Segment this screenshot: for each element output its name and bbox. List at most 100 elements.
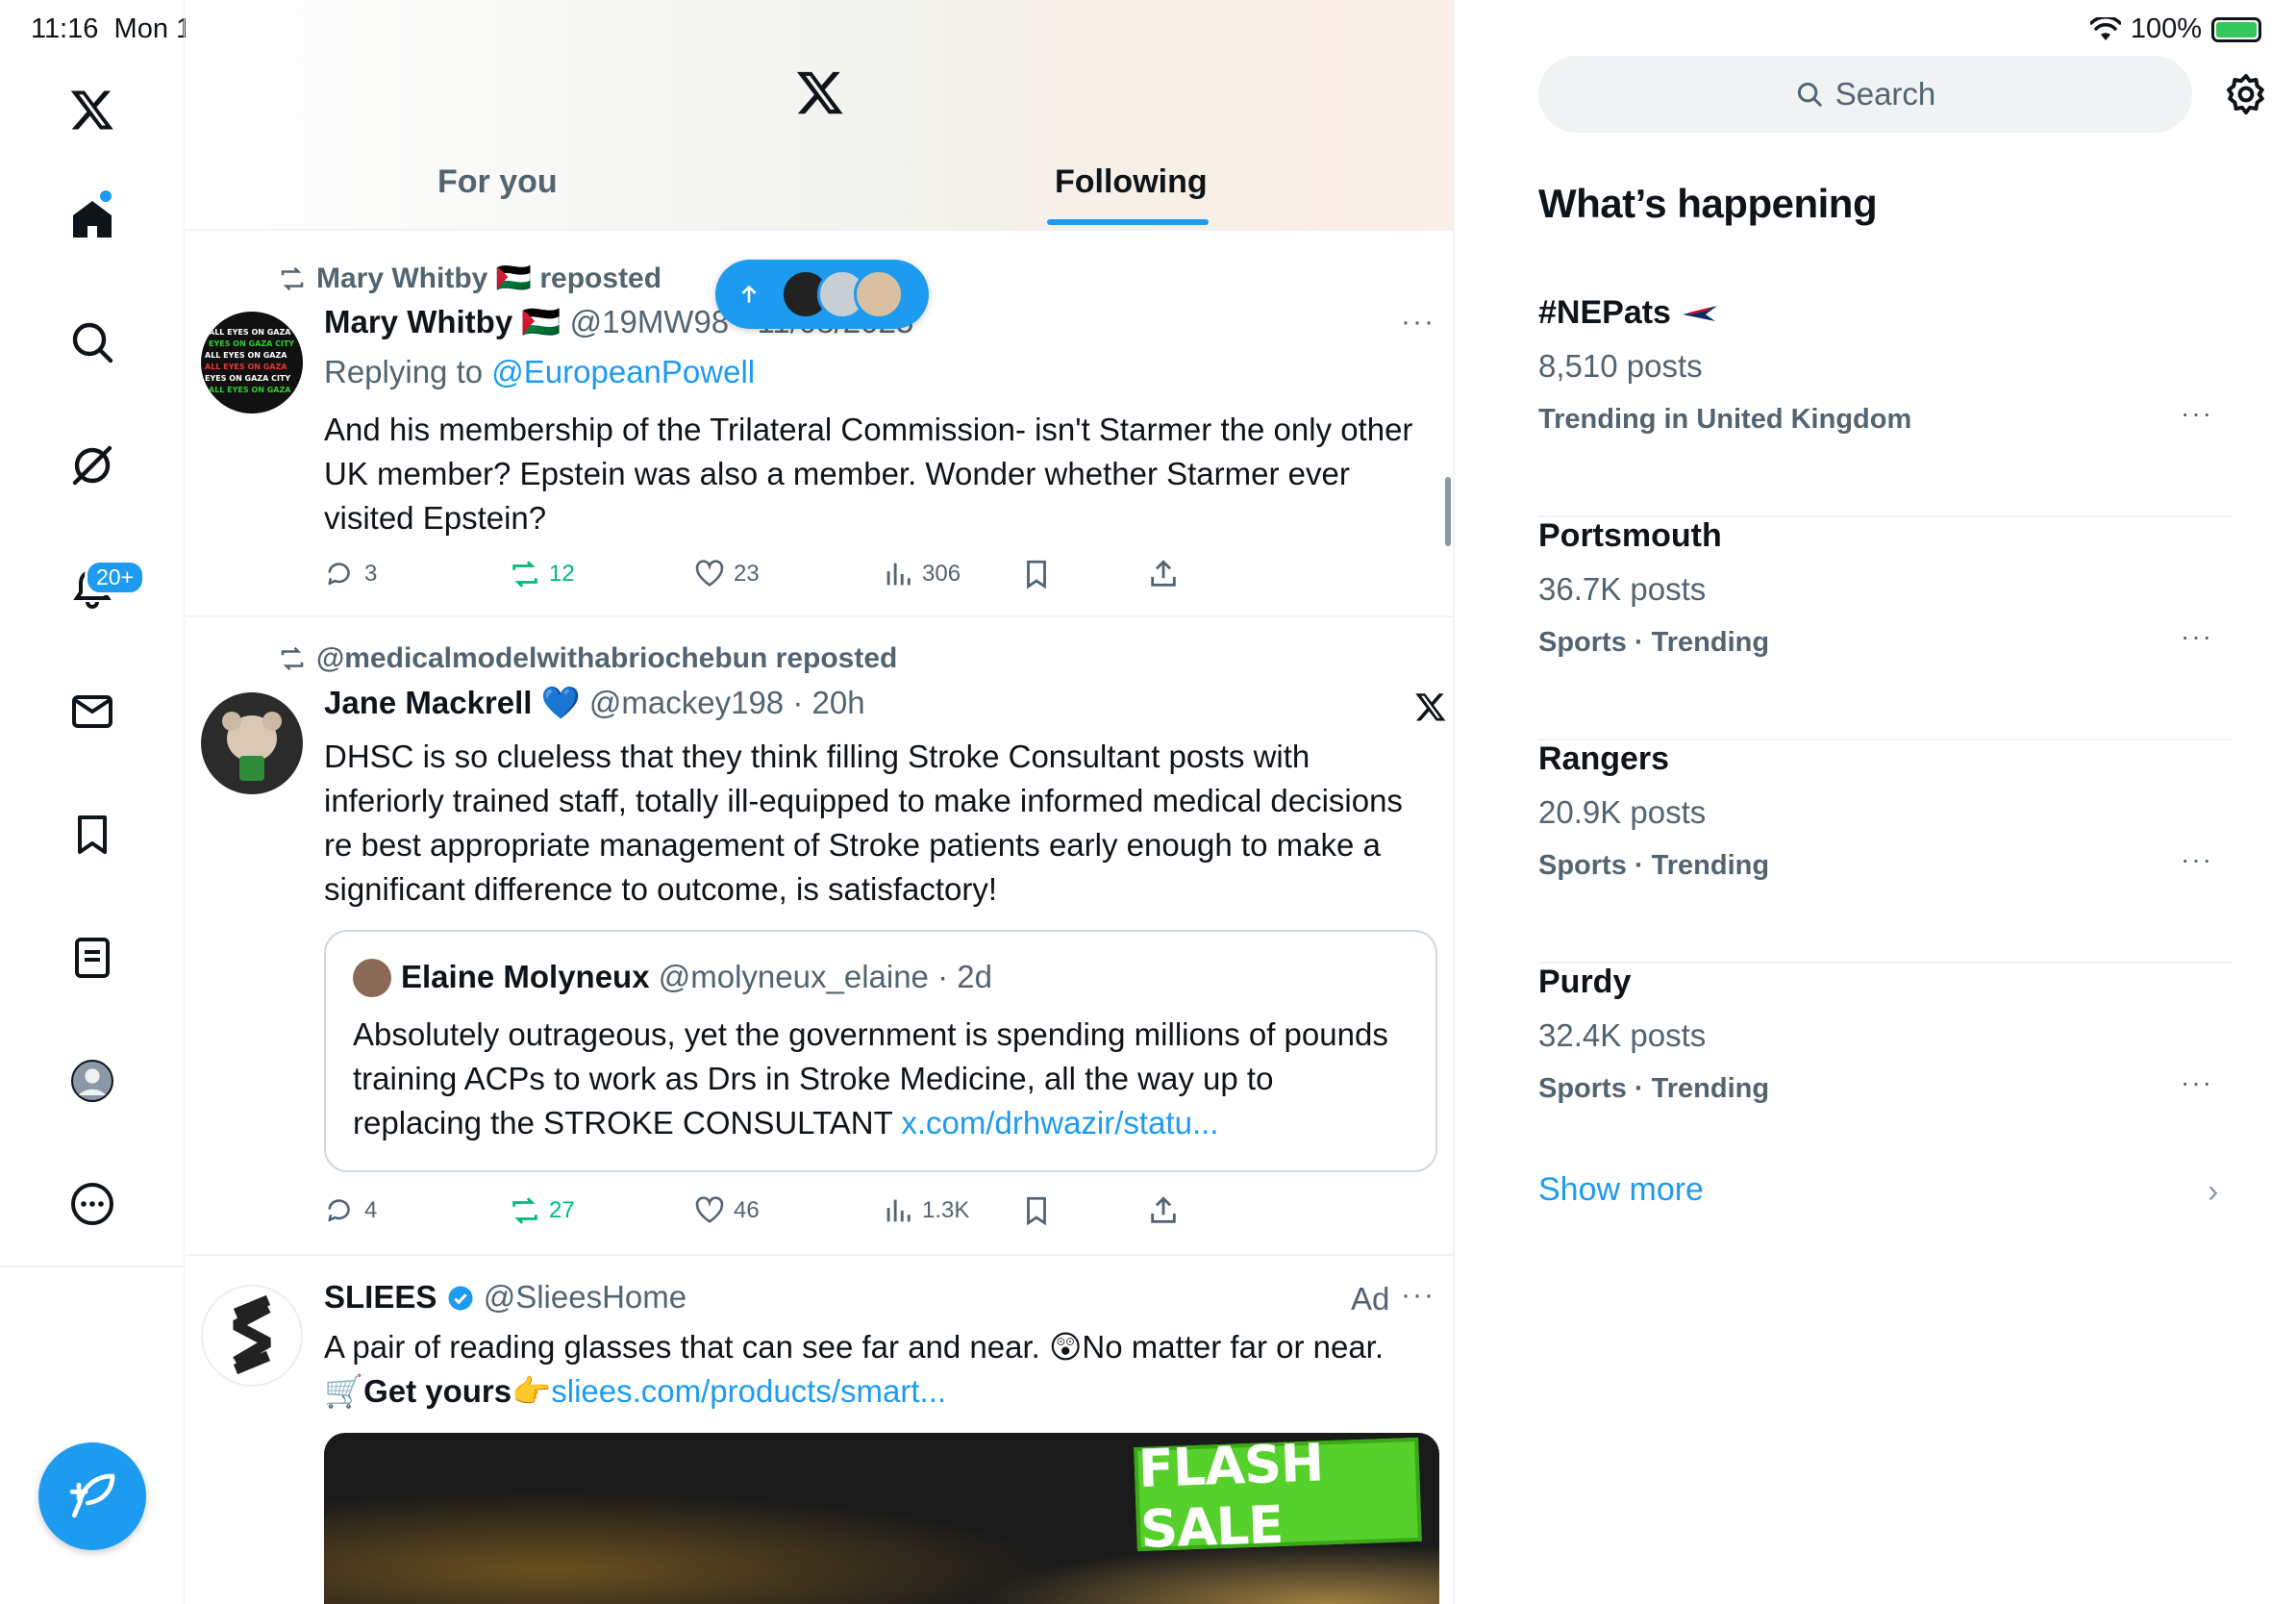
quote-text-block: Absolutely outrageous, yet the governmen… — [353, 1013, 1410, 1145]
like-count: 46 — [734, 1197, 760, 1223]
trend-context: Sports · Trending — [1538, 1073, 1770, 1104]
post-text: A pair of reading glasses that can see f… — [324, 1329, 1385, 1365]
post-more-icon[interactable]: ··· — [1401, 306, 1435, 338]
replying-to-handle[interactable]: @EuropeanPowell — [491, 354, 755, 389]
trend-item[interactable]: Portsmouth 36.7K posts Sports · Trending… — [1538, 517, 2233, 740]
avatar[interactable]: ALL EYES ON GAZA EYES ON GAZA CITY ALL EYE… — [201, 312, 303, 414]
bookmarks-icon[interactable] — [62, 804, 123, 865]
avatar[interactable] — [201, 692, 303, 794]
arrow-up-icon — [741, 285, 757, 303]
home-icon[interactable] — [62, 188, 123, 250]
post-text: And his membership of the Trilateral Com… — [324, 412, 1413, 536]
quote-link[interactable]: x.com/drhwazir/statu... — [901, 1105, 1218, 1140]
verified-badge-icon — [448, 1286, 473, 1311]
views-button[interactable]: 306 — [882, 558, 961, 590]
feed-ad-post[interactable]: SLIEES @SlieesHome Ad ··· A pair of read… — [186, 1256, 1453, 1604]
reply-icon — [328, 563, 350, 586]
tab-for-you[interactable]: For you — [437, 163, 558, 201]
settings-gear-icon[interactable] — [2223, 71, 2269, 117]
lists-icon[interactable] — [62, 927, 123, 989]
search-input[interactable]: Search — [1538, 56, 2192, 133]
share-button[interactable] — [1147, 558, 1180, 590]
author-name[interactable]: Jane Mackrell — [324, 685, 532, 720]
bookmark-button[interactable] — [1020, 558, 1053, 590]
svg-text:ALL EYES ON GAZA: ALL EYES ON GAZA — [209, 328, 291, 337]
svg-text:ALL EYES ON GAZA: ALL EYES ON GAZA — [209, 386, 291, 394]
timeline-scrollbar[interactable] — [1445, 477, 1451, 546]
repost-count: 12 — [549, 561, 575, 587]
post-author-line: Jane Mackrell 💙 @mackey198 · 20h — [324, 685, 865, 720]
ad-link[interactable]: sliees.com/products/smart... — [551, 1373, 946, 1409]
trend-more-icon[interactable]: ··· — [2181, 398, 2213, 429]
quote-handle: @molyneux_elaine — [658, 959, 929, 994]
author-name[interactable]: SLIEES — [324, 1279, 437, 1315]
main-timeline: For you Following Mary Whitby 🇵🇸 reposte… — [186, 0, 1455, 1604]
search-icon[interactable] — [62, 312, 123, 373]
show-more-link[interactable]: Show more — [1538, 1171, 1704, 1209]
bookmark-button[interactable] — [1020, 1194, 1053, 1227]
repost-count: 27 — [549, 1197, 575, 1223]
verified-heart-icon: 💙 — [540, 685, 581, 720]
author-name[interactable]: Mary Whitby 🇵🇸 — [324, 304, 561, 339]
messages-mail-icon[interactable] — [62, 681, 123, 742]
tab-following[interactable]: Following — [1055, 163, 1208, 201]
profile-avatar-icon[interactable] — [62, 1050, 123, 1112]
x-logo-icon[interactable] — [62, 79, 123, 140]
trend-count: 20.9K posts — [1538, 794, 1707, 830]
reply-count: 4 — [364, 1197, 378, 1223]
trend-more-icon[interactable]: ··· — [2181, 621, 2213, 652]
search-placeholder: Search — [1834, 76, 1936, 112]
chevron-right-icon: › — [2208, 1173, 2219, 1210]
svg-text:ALL EYES ON GAZA: ALL EYES ON GAZA — [205, 363, 287, 371]
x-header-logo-icon[interactable] — [795, 67, 845, 117]
more-options-icon[interactable] — [62, 1173, 123, 1235]
post-more-icon[interactable]: ··· — [1401, 1279, 1435, 1312]
post-actions: 3 12 23 306 — [324, 558, 1285, 596]
quote-text: Absolutely outrageous, yet the governmen… — [353, 1016, 1388, 1140]
avatar[interactable] — [201, 1285, 303, 1387]
reply-button[interactable]: 3 — [324, 558, 377, 590]
author-handle[interactable]: @19MW98 — [570, 304, 730, 339]
bookmark-icon — [1027, 1196, 1046, 1226]
ad-media-image[interactable]: FLASH SALE — [324, 1433, 1439, 1604]
whats-happening-title: What’s happening — [1538, 181, 1878, 226]
trend-more-icon[interactable]: ··· — [2181, 1067, 2213, 1098]
svg-text:EYES ON GAZA CITY: EYES ON GAZA CITY — [209, 339, 294, 348]
trend-context: Sports · Trending — [1538, 627, 1770, 658]
repost-icon — [512, 561, 537, 588]
grok-icon[interactable] — [62, 435, 123, 496]
ad-text-block: A pair of reading glasses that can see f… — [324, 1325, 1439, 1414]
compose-feather-icon — [69, 1473, 115, 1518]
trend-count: 8,510 posts — [1538, 348, 1703, 384]
repost-button[interactable]: 12 — [509, 558, 575, 590]
trend-count: 32.4K posts — [1538, 1017, 1707, 1053]
feed-post-2[interactable]: @medicalmodelwithabriochebun reposted Ja… — [186, 617, 1453, 1256]
post-actions: 4 27 46 1.3K — [324, 1194, 1285, 1233]
heart-icon — [695, 560, 724, 587]
compose-post-button[interactable] — [38, 1442, 146, 1550]
timeline-header: For you Following — [186, 0, 1453, 231]
reply-button[interactable]: 4 — [324, 1194, 377, 1227]
repost-icon — [512, 1197, 537, 1224]
views-button[interactable]: 1.3K — [882, 1194, 969, 1227]
trend-item[interactable]: Rangers 20.9K posts Sports · Trending ··… — [1538, 740, 2233, 964]
author-handle[interactable]: @mackey198 — [589, 685, 784, 720]
battery-icon — [2211, 16, 2261, 42]
trend-item[interactable]: Purdy 32.4K posts Sports · Trending ··· — [1538, 964, 2233, 1187]
repost-button[interactable]: 27 — [509, 1194, 575, 1227]
svg-text:ALL EYES ON GAZA: ALL EYES ON GAZA — [205, 351, 287, 360]
trend-context: Sports · Trending — [1538, 850, 1770, 881]
like-button[interactable]: 46 — [693, 1194, 760, 1227]
new-posts-pill[interactable] — [715, 260, 929, 329]
trend-more-icon[interactable]: ··· — [2181, 844, 2213, 875]
like-button[interactable]: 23 — [693, 558, 760, 590]
quoted-post[interactable]: Elaine Molyneux @molyneux_elaine · 2d Ab… — [324, 930, 1437, 1172]
share-button[interactable] — [1147, 1194, 1180, 1227]
post-author-line: SLIEES @SlieesHome — [324, 1279, 686, 1316]
x-source-icon — [1415, 693, 1446, 721]
trend-item[interactable]: #NEPats 8,510 posts Trending in United K… — [1538, 294, 2233, 517]
author-handle[interactable]: @SlieesHome — [484, 1279, 686, 1315]
flash-sale-sign: FLASH SALE — [1134, 1433, 1422, 1560]
trend-count: 36.7K posts — [1538, 571, 1707, 607]
repost-context: @medicalmodelwithabriochebun reposted — [278, 642, 897, 675]
